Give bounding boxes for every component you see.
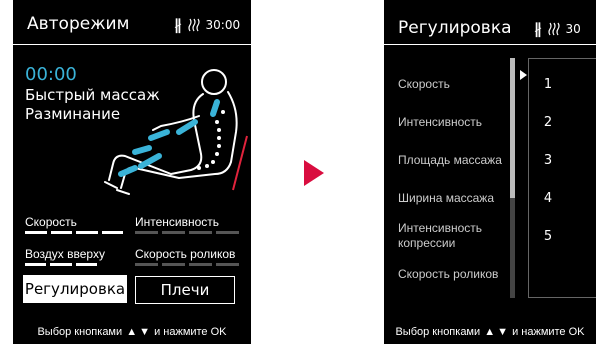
status-area: ∦ 30:00 bbox=[174, 16, 240, 34]
bluetooth-icon: ∦ bbox=[174, 16, 182, 34]
screen-title: Регулировка bbox=[398, 18, 512, 38]
up-arrow-icon: ▲ bbox=[126, 326, 138, 338]
transition-arrow-icon bbox=[304, 160, 324, 186]
level-segment bbox=[135, 263, 158, 266]
list-item-speed[interactable]: Скорость bbox=[398, 77, 508, 92]
footer-hint: Выбор кнопками ▲ ▼ и нажмите OK bbox=[13, 326, 251, 338]
value-area[interactable]: 3 bbox=[529, 153, 567, 168]
speed-label: Скорость bbox=[25, 215, 77, 229]
intensity-label: Интенсивность bbox=[135, 215, 220, 229]
level-segment bbox=[216, 263, 239, 266]
list-item-compression[interactable]: Интенсивность копрессии bbox=[398, 221, 508, 251]
value-column: 1 2 3 4 5 bbox=[528, 58, 596, 298]
footer-hint: Выбор кнопками ▲ ▼ и нажмите OK bbox=[384, 326, 596, 338]
value-intensity[interactable]: 2 bbox=[529, 115, 567, 130]
adjust-list: Скорость Интенсивность Площадь массажа Ш… bbox=[384, 58, 512, 298]
list-item-width[interactable]: Ширина массажа bbox=[398, 191, 508, 206]
footer-prefix: Выбор кнопками bbox=[395, 326, 481, 338]
scroll-thumb[interactable] bbox=[510, 58, 515, 198]
screen-title: Авторежим bbox=[27, 14, 130, 34]
level-segment bbox=[50, 263, 72, 266]
header-divider bbox=[384, 44, 596, 45]
air-top-level-bar bbox=[25, 263, 97, 266]
level-segment bbox=[135, 231, 158, 234]
adjust-screen: Регулировка ∦ 30 Скорость Интенсивность … bbox=[384, 0, 596, 344]
value-speed[interactable]: 1 bbox=[529, 77, 567, 92]
level-segment bbox=[75, 263, 97, 266]
header-divider bbox=[13, 44, 251, 45]
level-segment bbox=[25, 263, 47, 266]
value-width[interactable]: 4 bbox=[529, 191, 567, 206]
heat-icon bbox=[547, 22, 560, 36]
list-item-area[interactable]: Площадь массажа bbox=[398, 153, 508, 168]
elapsed-timer: 00:00 bbox=[25, 64, 77, 85]
value-compression[interactable]: 5 bbox=[529, 229, 567, 244]
list-item-intensity[interactable]: Интенсивность bbox=[398, 115, 508, 130]
level-segment bbox=[25, 231, 47, 234]
status-area: ∦ 30 bbox=[534, 20, 581, 38]
level-segment bbox=[50, 231, 72, 234]
up-arrow-icon: ▲ bbox=[484, 326, 496, 338]
level-segment bbox=[189, 231, 212, 234]
roller-speed-level-bar bbox=[135, 263, 239, 266]
shoulders-button[interactable]: Плечи bbox=[135, 276, 235, 304]
auto-mode-screen: Авторежим ∦ 30:00 00:00 Быстрый массаж Р… bbox=[13, 0, 251, 344]
level-segment bbox=[189, 263, 212, 266]
adjust-button[interactable]: Регулировка bbox=[23, 275, 127, 303]
heat-icon bbox=[187, 18, 200, 32]
level-segment bbox=[101, 231, 123, 234]
intensity-level-bar bbox=[135, 231, 239, 234]
remaining-time: 30:00 bbox=[205, 18, 241, 32]
level-segment bbox=[162, 231, 185, 234]
remaining-time: 30 bbox=[565, 22, 581, 36]
down-arrow-icon: ▼ bbox=[139, 326, 150, 338]
bluetooth-icon: ∦ bbox=[534, 20, 542, 38]
massage-figure-illustration bbox=[104, 69, 248, 195]
footer-prefix: Выбор кнопками bbox=[37, 326, 123, 338]
level-segment bbox=[76, 231, 98, 234]
level-segment bbox=[216, 231, 239, 234]
down-arrow-icon: ▼ bbox=[497, 326, 508, 338]
list-scrollbar[interactable] bbox=[510, 58, 515, 298]
selection-pointer-icon bbox=[520, 70, 527, 80]
roller-speed-label: Скорость роликов bbox=[135, 247, 236, 261]
air-top-label: Воздух вверху bbox=[25, 247, 105, 261]
speed-level-bar bbox=[25, 231, 123, 234]
footer-suffix: и нажмите OK bbox=[512, 326, 585, 338]
footer-suffix: и нажмите OK bbox=[154, 326, 227, 338]
list-item-roller-speed[interactable]: Скорость роликов bbox=[398, 267, 508, 282]
level-segment bbox=[162, 263, 185, 266]
